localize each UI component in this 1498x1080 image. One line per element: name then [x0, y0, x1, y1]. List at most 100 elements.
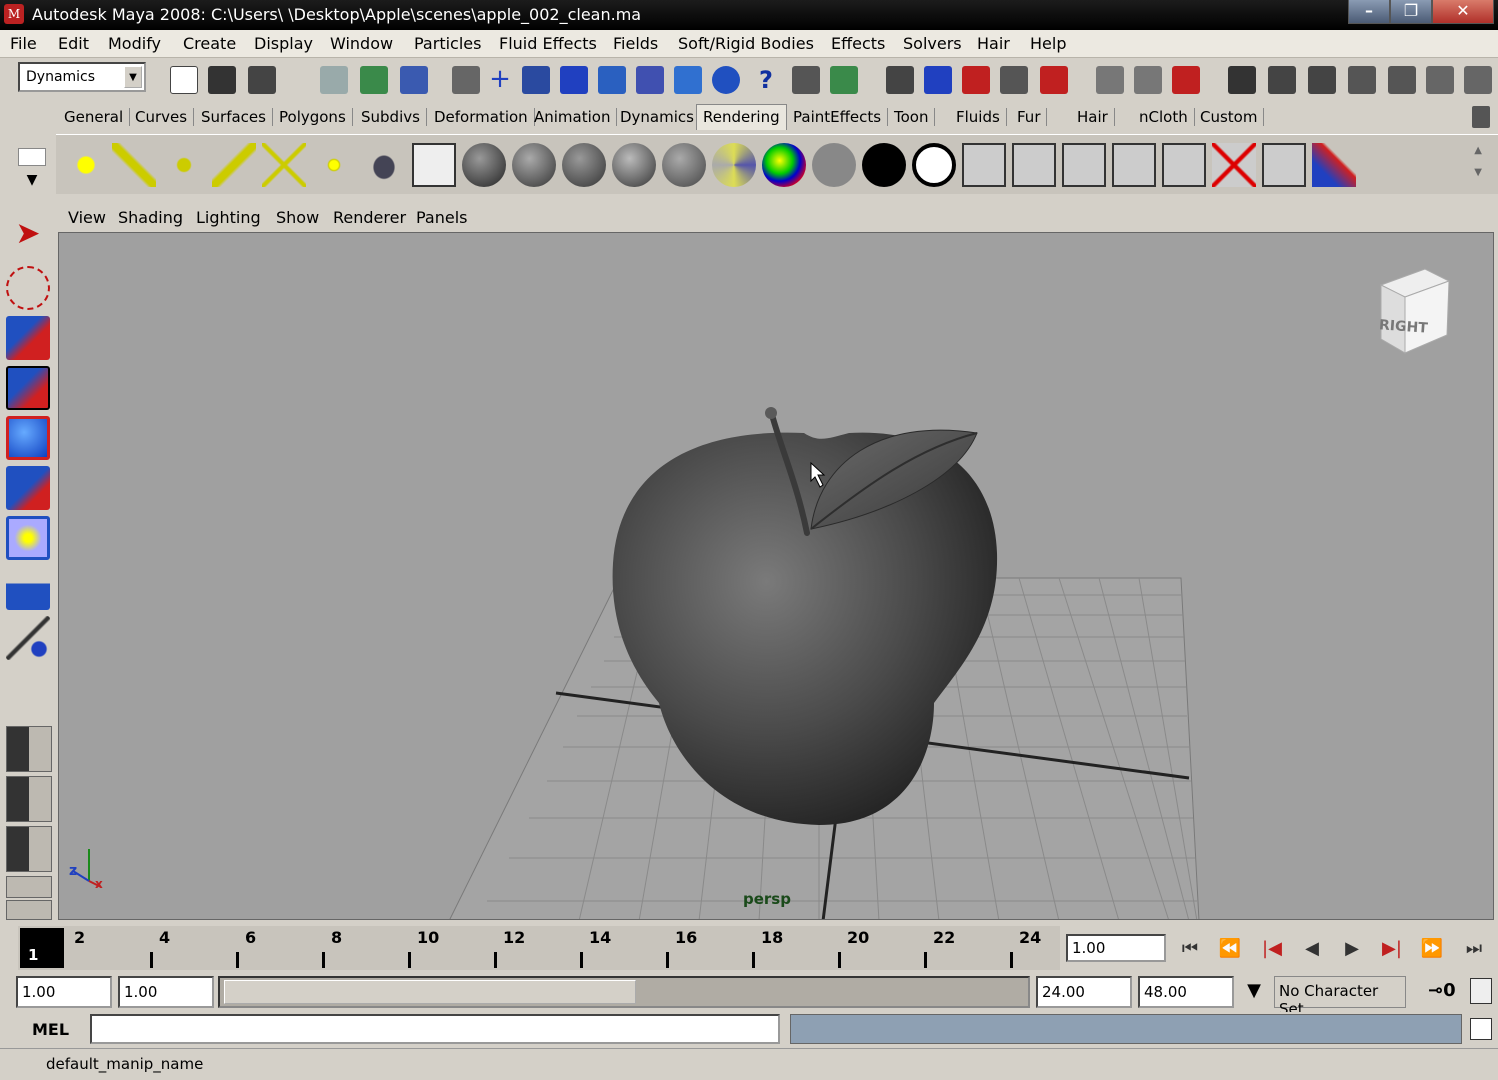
tab-dynamics[interactable]: Dynamics: [614, 108, 701, 126]
ambient-light-icon[interactable]: [64, 143, 108, 187]
light-linking-icon[interactable]: [1262, 143, 1306, 187]
open-scene-icon[interactable]: [208, 66, 236, 94]
script-editor-icon[interactable]: [1470, 1018, 1492, 1040]
shader-sphere-5-icon[interactable]: [662, 143, 706, 187]
go-to-start-icon[interactable]: ⏮: [1172, 932, 1208, 966]
universal-manipulator-icon[interactable]: [6, 516, 50, 560]
lock-selection-icon[interactable]: [452, 66, 480, 94]
trash-icon[interactable]: [1472, 106, 1490, 128]
layout-hypershade-icon[interactable]: [6, 900, 52, 920]
menu-effects[interactable]: Effects: [831, 34, 885, 53]
maximize-button[interactable]: ❐: [1390, 0, 1432, 24]
character-set-menu[interactable]: No Character Set: [1274, 976, 1406, 1018]
panel-menu-lighting[interactable]: Lighting: [196, 208, 261, 227]
white-shader-icon[interactable]: [912, 143, 956, 187]
end-time-field[interactable]: 48.00: [1138, 976, 1234, 1008]
surface-mask-icon[interactable]: [636, 66, 664, 94]
snap-curve-icon[interactable]: [886, 66, 914, 94]
panel-menu-view[interactable]: View: [68, 208, 106, 227]
layout-four-view-icon[interactable]: [6, 776, 52, 822]
move-tool-icon[interactable]: [6, 366, 50, 410]
render-current-icon[interactable]: [1268, 66, 1296, 94]
menu-display[interactable]: Display: [254, 34, 313, 53]
shader-sphere-4-icon[interactable]: [612, 143, 656, 187]
close-button[interactable]: ✕: [1432, 0, 1494, 24]
tab-subdivs[interactable]: Subdivs: [355, 108, 427, 126]
layout-single-perspective-icon[interactable]: [6, 726, 52, 772]
shader-sphere-2-icon[interactable]: [512, 143, 556, 187]
shader-sphere-3-icon[interactable]: [562, 143, 606, 187]
menu-fields[interactable]: Fields: [613, 34, 658, 53]
select-object-icon[interactable]: [360, 66, 388, 94]
shelf-menu-icon[interactable]: [18, 148, 46, 166]
playback-start-field[interactable]: 1.00: [118, 976, 214, 1008]
tool-settings-icon[interactable]: [1464, 66, 1492, 94]
tab-ncloth[interactable]: nCloth: [1133, 108, 1195, 126]
curve-mask-icon[interactable]: [598, 66, 626, 94]
tab-toon[interactable]: Toon: [888, 108, 936, 126]
spot-light-icon[interactable]: [212, 143, 256, 187]
batch-render-icon[interactable]: [1062, 143, 1106, 187]
tab-rendering[interactable]: Rendering: [696, 104, 787, 130]
select-component-icon[interactable]: [400, 66, 428, 94]
black-shader-icon[interactable]: [862, 143, 906, 187]
menu-help[interactable]: Help: [1030, 34, 1066, 53]
soft-modification-icon[interactable]: [6, 566, 50, 610]
tab-curves[interactable]: Curves: [129, 108, 195, 126]
ipr-render-icon[interactable]: [1308, 66, 1336, 94]
step-back-key-icon[interactable]: |◀: [1254, 932, 1290, 966]
paint-brush-icon[interactable]: [1312, 143, 1356, 187]
step-forward-frame-icon[interactable]: ⏩: [1414, 932, 1450, 966]
layout-persp-outliner-icon[interactable]: [6, 826, 52, 872]
render-layer-icon[interactable]: [1162, 143, 1206, 187]
dynamics-mask-icon[interactable]: [712, 66, 740, 94]
volume-light-icon[interactable]: [312, 143, 356, 187]
range-slider-track[interactable]: [218, 976, 1030, 1008]
menu-file[interactable]: File: [10, 34, 37, 53]
panel-menu-panels[interactable]: Panels: [416, 208, 468, 227]
directional-light-icon[interactable]: [112, 143, 156, 187]
select-hierarchy-icon[interactable]: [320, 66, 348, 94]
current-frame-marker[interactable]: 1: [20, 928, 64, 968]
chevron-down-icon[interactable]: ▼: [18, 172, 46, 194]
chevron-down-icon[interactable]: ▼: [1240, 980, 1268, 1008]
output-ops-icon[interactable]: [1134, 66, 1162, 94]
menu-particles[interactable]: Particles: [414, 34, 481, 53]
delete-render-icon[interactable]: [1212, 143, 1256, 187]
panel-menu-show[interactable]: Show: [276, 208, 319, 227]
step-forward-key-icon[interactable]: ▶|: [1374, 932, 1410, 966]
rotate-tool-icon[interactable]: [6, 416, 50, 460]
menu-soft-rigid-bodies[interactable]: Soft/Rigid Bodies: [678, 34, 814, 53]
render-clapboard-icon[interactable]: [962, 143, 1006, 187]
menu-hair[interactable]: Hair: [977, 34, 1010, 53]
render-view-icon[interactable]: [1228, 66, 1256, 94]
mental-ray-icon[interactable]: [1112, 143, 1156, 187]
channel-box-icon[interactable]: [1388, 66, 1416, 94]
current-time-field[interactable]: 1.00: [1066, 934, 1166, 962]
chevron-down-icon[interactable]: ▼: [124, 66, 142, 88]
time-slider-track[interactable]: 1 2 4 6 8 10 12 14 16 18 20 22 24: [18, 926, 1060, 970]
deformation-mask-icon[interactable]: [674, 66, 702, 94]
tab-fluids[interactable]: Fluids: [950, 108, 1007, 126]
gray-shader-icon[interactable]: [812, 143, 856, 187]
minimize-button[interactable]: –: [1348, 0, 1390, 24]
render-globals-icon[interactable]: [1348, 66, 1376, 94]
select-tool-icon[interactable]: ➤: [6, 216, 50, 260]
panel-menu-shading[interactable]: Shading: [118, 208, 183, 227]
maya-icon[interactable]: M: [4, 4, 24, 24]
magnet-icon[interactable]: [1040, 66, 1068, 94]
menu-fluid-effects[interactable]: Fluid Effects: [499, 34, 597, 53]
tab-animation[interactable]: Animation: [528, 108, 618, 126]
handle-mask-icon[interactable]: [522, 66, 550, 94]
step-back-frame-icon[interactable]: ⏪: [1212, 932, 1248, 966]
mel-label[interactable]: MEL: [32, 1020, 69, 1039]
scale-tool-icon[interactable]: [6, 466, 50, 510]
make-live-icon[interactable]: [1000, 66, 1028, 94]
tab-hair[interactable]: Hair: [1071, 108, 1115, 126]
play-forwards-icon[interactable]: ▶: [1334, 932, 1370, 966]
tab-fur[interactable]: Fur: [1011, 108, 1048, 126]
snap-view-plane-icon[interactable]: [962, 66, 990, 94]
tab-painteffects[interactable]: PaintEffects: [787, 108, 889, 126]
tab-polygons[interactable]: Polygons: [273, 108, 353, 126]
perspective-viewport[interactable]: RIGHT persp z x: [58, 232, 1494, 920]
